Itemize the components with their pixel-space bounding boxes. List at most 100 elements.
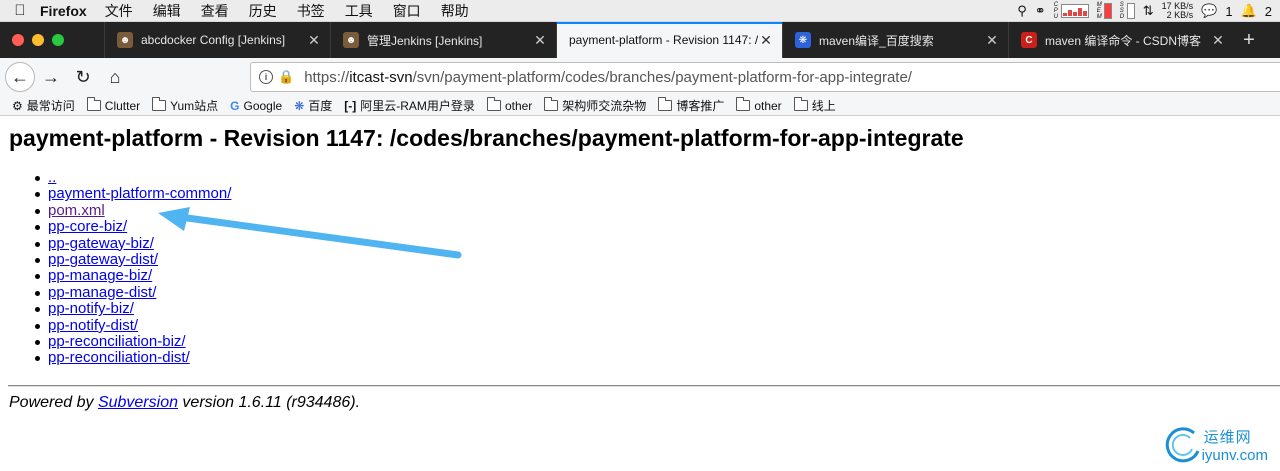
- csdn-icon: C: [1021, 32, 1037, 48]
- entry-notify-biz-link[interactable]: pp-notify-biz/: [48, 300, 134, 317]
- menu-bookmarks[interactable]: 书签: [297, 1, 325, 21]
- close-icon[interactable]: ✕: [532, 32, 548, 49]
- bookmark-label: 博客推广: [676, 99, 725, 113]
- subversion-link[interactable]: Subversion: [98, 394, 178, 411]
- bookmark-most-visited[interactable]: ⚙ 最常访问: [12, 97, 75, 114]
- menu-file[interactable]: 文件: [105, 1, 133, 21]
- menu-edit[interactable]: 编辑: [153, 1, 181, 21]
- ssd-bar: [1126, 3, 1135, 19]
- entry-reconciliation-biz-link[interactable]: pp-reconciliation-biz/: [48, 333, 186, 350]
- tab-manage-jenkins[interactable]: ☻ 管理Jenkins [Jenkins] ✕: [330, 22, 556, 58]
- entry-manage-dist-link[interactable]: pp-manage-dist/: [48, 284, 156, 301]
- bookmark-architect[interactable]: 架构师交流杂物: [544, 97, 646, 114]
- bookmark-other-1[interactable]: other: [486, 97, 532, 113]
- folder-icon: [658, 97, 673, 111]
- cpu-bars: [1060, 4, 1089, 18]
- tab-maven-csdn[interactable]: C maven 编译命令 - CSDN博客 ✕: [1008, 22, 1234, 58]
- bookmarks-toolbar: ⚙ 最常访问 Clutter Yum站点 G Google ❋ 百度 [-] 阿里云-R…: [0, 96, 1280, 116]
- bookmark-baidu[interactable]: ❋ 百度: [294, 97, 332, 114]
- url-bar[interactable]: i 🔒 https:// itcast-svn /svn/payment-pla…: [250, 62, 1280, 92]
- wechat-icon[interactable]: 💬: [1201, 3, 1217, 19]
- entry-common-link[interactable]: payment-platform-common/: [48, 185, 231, 202]
- back-button[interactable]: ←: [5, 62, 35, 92]
- tab-title: maven编译_百度搜索: [819, 33, 934, 48]
- bookmark-label: 阿里云-RAM用户登录: [360, 99, 475, 113]
- list-item: pp-reconciliation-dist/: [34, 349, 231, 366]
- aliyun-icon: [-]: [344, 98, 357, 113]
- net-down: 2 KB/s: [1166, 10, 1194, 20]
- info-icon[interactable]: i: [259, 70, 273, 84]
- close-icon[interactable]: ✕: [758, 32, 774, 49]
- menu-app-firefox[interactable]: Firefox: [40, 3, 87, 19]
- menu-history[interactable]: 历史: [249, 1, 277, 21]
- bookmark-aliyun[interactable]: [-] 阿里云-RAM用户登录: [344, 97, 475, 114]
- forward-button[interactable]: →: [35, 61, 67, 93]
- tab-abcdocker-config[interactable]: ☻ abcdocker Config [Jenkins] ✕: [104, 22, 330, 58]
- bookmark-yum[interactable]: Yum站点: [152, 97, 218, 114]
- lock-warning-icon[interactable]: 🔒: [278, 69, 294, 85]
- zoom-window-button[interactable]: [52, 34, 64, 46]
- folder-icon: [152, 97, 167, 111]
- notification-icon[interactable]: 🔔: [1241, 3, 1257, 19]
- entry-reconciliation-dist-link[interactable]: pp-reconciliation-dist/: [48, 349, 190, 366]
- mem-meter[interactable]: MEM: [1097, 2, 1112, 20]
- entry-gateway-dist-link[interactable]: pp-gateway-dist/: [48, 251, 158, 268]
- jenkins-icon: ☻: [117, 32, 133, 48]
- entry-manage-biz-link[interactable]: pp-manage-biz/: [48, 267, 152, 284]
- close-window-button[interactable]: [12, 34, 24, 46]
- home-button[interactable]: ⌂: [99, 61, 131, 93]
- transfer-icon[interactable]: ⇅: [1143, 3, 1154, 19]
- menu-help[interactable]: 帮助: [441, 1, 469, 21]
- url-host: itcast-svn: [349, 68, 413, 86]
- bookmark-label: other: [754, 98, 782, 113]
- menu-tools[interactable]: 工具: [345, 1, 373, 21]
- menu-view[interactable]: 查看: [201, 1, 229, 21]
- apple-icon[interactable]: : [0, 2, 40, 19]
- net-speed[interactable]: 17 KB/s 2 KB/s: [1162, 2, 1194, 20]
- entry-pom-link[interactable]: pom.xml: [48, 202, 105, 219]
- tab-payment-platform[interactable]: payment-platform - Revision 1147: / ✕: [556, 22, 782, 58]
- bookmark-label: Yum站点: [170, 99, 219, 113]
- divider: [8, 385, 1280, 387]
- footer-suffix: version 1.6.11 (r934486).: [177, 394, 361, 411]
- bookmark-blog[interactable]: 博客推广: [658, 97, 724, 114]
- mem-label: MEM: [1096, 2, 1102, 20]
- watermark-url: iyunv.com: [1201, 447, 1268, 464]
- home-icon: ⌂: [109, 66, 121, 87]
- folder-icon: [86, 97, 101, 111]
- tab-title: abcdocker Config [Jenkins]: [141, 33, 286, 47]
- mem-bar: [1103, 3, 1112, 19]
- entry-gateway-biz-link[interactable]: pp-gateway-biz/: [48, 235, 154, 252]
- bookmark-clutter[interactable]: Clutter: [86, 97, 140, 113]
- entry-parent-link[interactable]: ..: [48, 169, 56, 186]
- footer-prefix: Powered by: [9, 394, 98, 411]
- watermark-logo: [1165, 427, 1199, 463]
- tab-maven-baidu[interactable]: ❋ maven编译_百度搜索 ✕: [782, 22, 1008, 58]
- entry-notify-dist-link[interactable]: pp-notify-dist/: [48, 317, 138, 334]
- bookmark-other-2[interactable]: other: [736, 97, 782, 113]
- close-icon[interactable]: ✕: [1210, 32, 1226, 49]
- new-tab-button[interactable]: +: [1234, 22, 1264, 58]
- minimize-window-button[interactable]: [32, 34, 44, 46]
- cpu-meter[interactable]: CPU: [1054, 2, 1089, 20]
- watermark-cn: 运维网: [1203, 429, 1252, 446]
- bookmark-online[interactable]: 线上: [793, 97, 836, 114]
- folder-icon: [736, 97, 751, 111]
- list-item: pp-notify-biz/: [34, 300, 231, 317]
- ssd-meter[interactable]: SSD: [1120, 2, 1135, 20]
- menu-window[interactable]: 窗口: [393, 1, 421, 21]
- url-path: /svn/payment-platform/codes/branches/pay…: [412, 68, 912, 86]
- close-icon[interactable]: ✕: [984, 32, 1000, 49]
- reload-button[interactable]: ↻: [67, 61, 99, 93]
- bookmark-label: Google: [243, 98, 283, 113]
- bookmark-label: 线上: [811, 99, 836, 113]
- url-scheme: https://: [304, 68, 350, 86]
- creative-cloud-icon[interactable]: ⚭: [1035, 3, 1046, 19]
- macos-menubar:  Firefox 文件 编辑 查看 历史 书签 工具 窗口 帮助 ⚲ ⚭ CP…: [0, 0, 1280, 22]
- bookmark-google[interactable]: G Google: [230, 99, 282, 113]
- close-icon[interactable]: ✕: [306, 32, 322, 49]
- entry-core-biz-link[interactable]: pp-core-biz/: [48, 218, 127, 235]
- baidu-icon: ❋: [294, 98, 305, 113]
- search-assistant-icon[interactable]: ⚲: [1017, 3, 1027, 19]
- annotation-arrow: [158, 207, 462, 259]
